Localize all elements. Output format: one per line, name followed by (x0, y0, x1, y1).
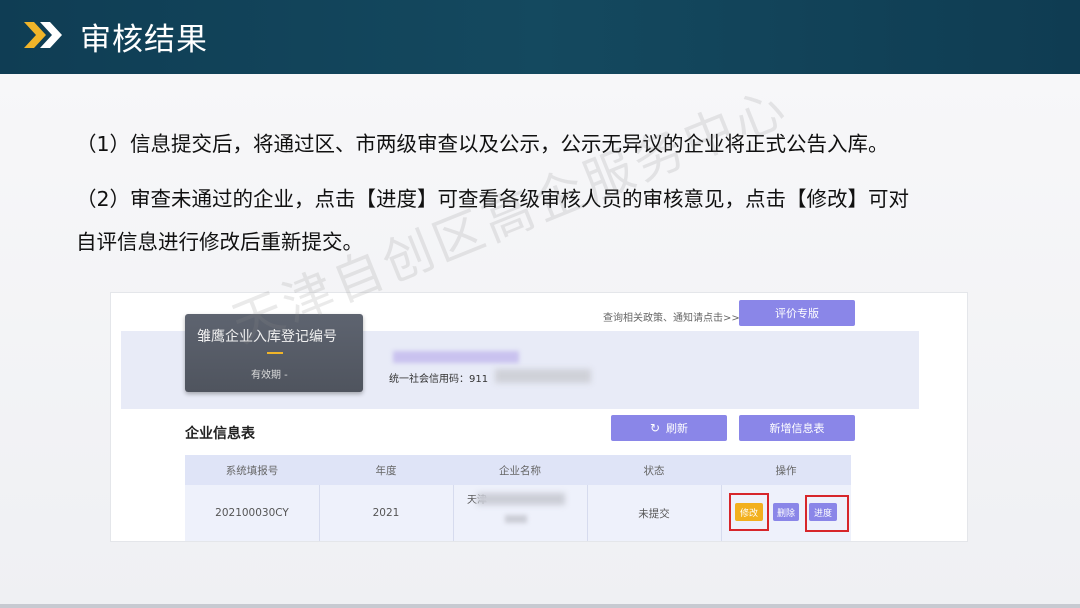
badge-valid-period: 有效期 - (251, 370, 288, 381)
refresh-label: 刷新 (666, 422, 689, 435)
header-actions: 操作 (775, 464, 797, 477)
cell-id: 202100030CY (215, 507, 289, 519)
slide-header: 审核结果 (0, 0, 1080, 74)
badge-title: 雏鹰企业入库登记编号 (197, 329, 337, 345)
refresh-button[interactable]: ↻ 刷新 (611, 415, 727, 441)
header-status: 状态 (643, 464, 665, 477)
embedded-screenshot: 查询相关政策、通知请点击>> 评价专版 雏鹰企业入库登记编号 有效期 - 统一社… (110, 292, 968, 542)
cell-status: 未提交 (638, 507, 670, 520)
blurred-credit-code (495, 369, 591, 383)
chevron-right-icon (40, 22, 62, 48)
header-id: 系统填报号 (225, 464, 279, 477)
blurred-name-line2 (505, 515, 527, 523)
badge-dash (267, 352, 283, 354)
refresh-icon: ↻ (649, 421, 661, 435)
credit-code: 统一社会信用码：911 (389, 374, 489, 385)
table-header: 系统填报号 年度 企业名称 状态 操作 (185, 455, 851, 485)
blurred-name (477, 493, 565, 505)
header-year: 年度 (375, 464, 397, 477)
blurred-company-name (393, 351, 519, 363)
table-row: 202100030CY 2021 天津 未提交 修改 删除 进度 (185, 485, 851, 541)
edit-highlight-box (729, 493, 769, 531)
header-name: 企业名称 (499, 464, 541, 477)
policy-notice-link[interactable]: 查询相关政策、通知请点击>> (603, 309, 740, 324)
delete-button[interactable]: 删除 (773, 503, 799, 521)
eval-edition-button[interactable]: 评价专版 (739, 300, 855, 326)
registration-badge: 雏鹰企业入库登记编号 有效期 - (185, 314, 363, 392)
cell-year: 2021 (372, 507, 400, 519)
paragraph-2: （2）审查未通过的企业，点击【进度】可查看各级审核人员的审核意见，点击【修改】可… (76, 187, 910, 211)
slide-title: 审核结果 (80, 22, 208, 58)
add-info-button[interactable]: 新增信息表 (739, 415, 855, 441)
paragraph-3: 自评信息进行修改后重新提交。 (76, 230, 363, 254)
column-divider (453, 485, 454, 541)
column-divider (721, 485, 722, 541)
section-title: 企业信息表 (185, 426, 255, 442)
paragraph-1: （1）信息提交后，将通过区、市两级审查以及公示，公示无异议的企业将正式公告入库。 (76, 132, 889, 156)
progress-highlight-box (805, 495, 849, 532)
bottom-divider (0, 604, 1080, 608)
